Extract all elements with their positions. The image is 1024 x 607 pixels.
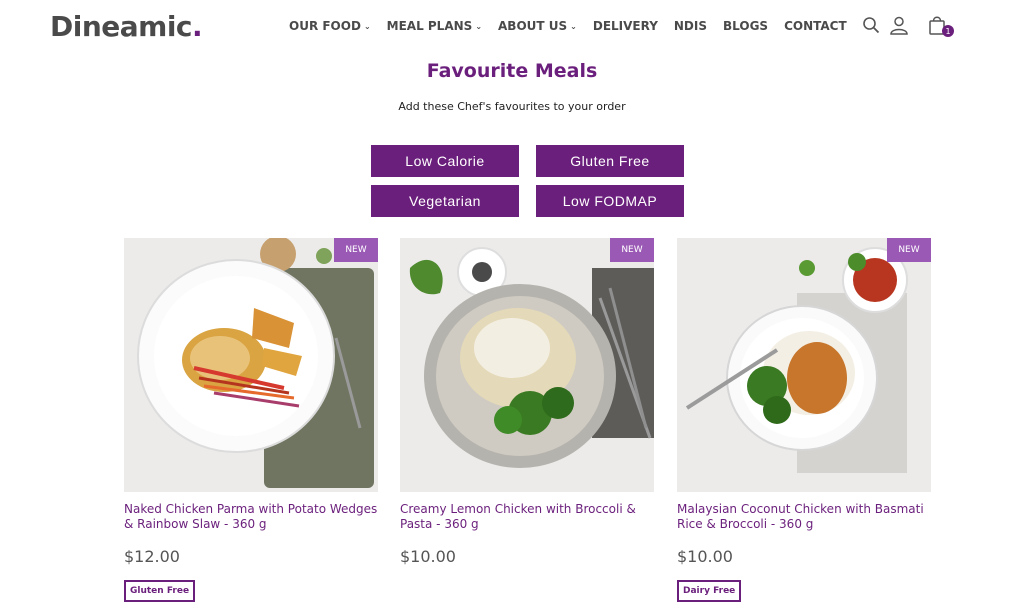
new-badge: NEW (334, 238, 378, 262)
new-badge: NEW (610, 238, 654, 262)
nav-our-food[interactable]: OUR FOOD ⌄ (289, 19, 371, 33)
nav-ndis[interactable]: NDIS (674, 19, 707, 33)
product-name[interactable]: Naked Chicken Parma with Potato Wedges &… (124, 502, 378, 532)
new-badge: NEW (887, 238, 931, 262)
nav-contact[interactable]: CONTACT (784, 19, 847, 33)
cart-icon[interactable]: 1 (926, 14, 954, 37)
product-card: NEW Malaysian Coconut Chicken with Basma… (677, 238, 931, 602)
chevron-down-icon: ⌄ (475, 21, 483, 31)
chevron-down-icon: ⌄ (570, 21, 577, 31)
product-image[interactable]: NEW (400, 238, 654, 492)
nav-meal-plans[interactable]: MEAL PLANS ⌄ (387, 19, 482, 33)
cart-count-badge: 1 (942, 25, 954, 37)
user-icon[interactable] (888, 14, 910, 36)
nav-blogs[interactable]: BLOGS (723, 19, 768, 33)
diet-tag: Dairy Free (677, 580, 742, 602)
product-price: $10.00 (400, 547, 456, 566)
product-image[interactable]: NEW (677, 238, 931, 492)
logo[interactable]: Dineamic. (50, 10, 203, 43)
nav-delivery[interactable]: DELIVERY (593, 19, 658, 33)
filter-gluten-free-button[interactable]: Gluten Free (536, 145, 684, 177)
site-header: Dineamic. OUR FOOD ⌄ MEAL PLANS ⌄ ABOUT US… (0, 0, 1024, 56)
product-price: $10.00 (677, 547, 733, 566)
search-icon[interactable] (860, 14, 882, 36)
diet-tag: Gluten Free (124, 580, 196, 602)
header-icons: 1 (860, 14, 954, 37)
product-image[interactable]: NEW (124, 238, 378, 492)
product-price: $12.00 (124, 547, 180, 566)
page-title: Favourite Meals (426, 60, 598, 82)
filter-low-calorie-button[interactable]: Low Calorie (371, 145, 519, 177)
product-card: NEW Creamy Lemon Chicken with Broccoli &… (400, 238, 654, 566)
filter-vegetarian-button[interactable]: Vegetarian (371, 185, 519, 217)
main-nav: OUR FOOD ⌄ MEAL PLANS ⌄ ABOUT US ⌄ DELIVERY… (289, 19, 863, 33)
product-name[interactable]: Malaysian Coconut Chicken with Basmati R… (677, 502, 931, 532)
chevron-down-icon: ⌄ (363, 21, 371, 31)
filter-low-fodmap-button[interactable]: Low FODMAP (536, 185, 684, 217)
product-name[interactable]: Creamy Lemon Chicken with Broccoli & Pas… (400, 502, 654, 532)
nav-about-us[interactable]: ABOUT US ⌄ (498, 19, 577, 33)
page-subtitle: Add these Chef's favourites to your orde… (398, 100, 626, 113)
product-card: NEW Naked Chicken Parma with Potato Wedg… (124, 238, 378, 602)
